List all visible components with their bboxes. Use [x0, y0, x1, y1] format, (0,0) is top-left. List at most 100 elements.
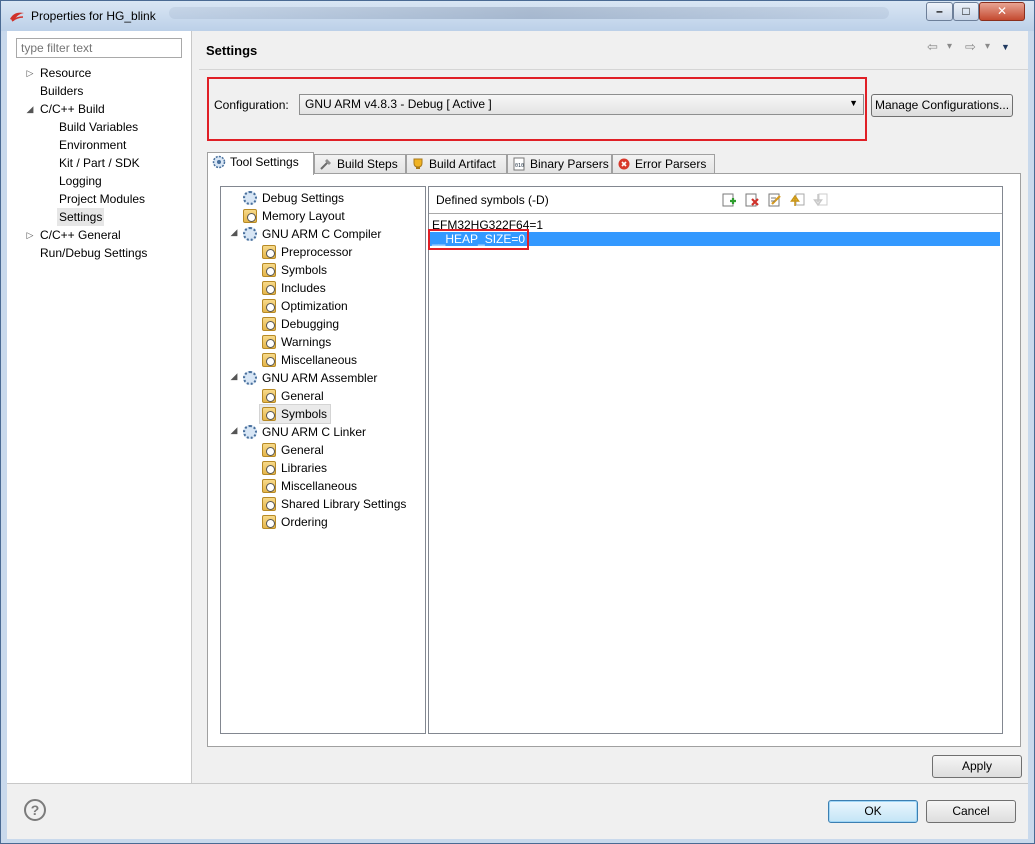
tree-item-libraries[interactable]: Libraries [262, 459, 327, 477]
nav-item-cpp-general[interactable]: C/C++ General [40, 226, 121, 244]
back-arrow-icon[interactable]: ⇦ [927, 39, 938, 55]
tree-item-label: Debug Settings [262, 191, 345, 205]
tab-build-artifact[interactable]: Build Artifact [406, 154, 507, 174]
expand-icon[interactable]: ▷ [25, 64, 35, 82]
tab-binary-parsers[interactable]: 010 Binary Parsers [507, 154, 612, 174]
nav-item-project-modules[interactable]: Project Modules [59, 190, 145, 208]
compiler-icon [243, 227, 257, 241]
collapse-icon[interactable]: ◢ [25, 100, 35, 118]
history-navigation: ⇦ ▾ ⇨ ▾ ▼ [927, 39, 1019, 57]
folder-settings-icon [262, 263, 276, 277]
maximize-button[interactable]: □ [953, 2, 979, 21]
tree-item-memory-layout[interactable]: Memory Layout [243, 207, 345, 225]
tree-item-label: Shared Library Settings [281, 497, 407, 511]
tree-item-assembler-symbols[interactable]: Symbols [258, 404, 332, 424]
tree-item-label: Symbols [281, 407, 328, 421]
tab-label: Build Artifact [429, 157, 496, 171]
tab-label: Binary Parsers [530, 157, 609, 171]
add-icon[interactable] [721, 192, 737, 208]
ok-button[interactable]: OK [828, 800, 918, 823]
nav-item-kit-part-sdk[interactable]: Kit / Part / SDK [59, 154, 140, 172]
dialog-client-area: ▷ Resource Builders ◢ C/C++ Build Build … [7, 31, 1028, 839]
nav-item-settings[interactable]: Settings [57, 208, 105, 226]
configuration-select[interactable]: GNU ARM v4.8.3 - Debug [ Active ] ▼ [299, 94, 864, 115]
help-icon[interactable]: ? [24, 799, 46, 821]
tree-item-linker[interactable]: GNU ARM C Linker [243, 423, 366, 441]
footer-divider [7, 783, 1028, 784]
tree-item-label: Warnings [281, 335, 332, 349]
tree-item-label: GNU ARM C Linker [262, 425, 367, 439]
tree-item-label: Preprocessor [281, 245, 353, 259]
error-parsers-icon [618, 158, 630, 170]
folder-settings-icon [262, 389, 276, 403]
tree-item-compiler-symbols[interactable]: Symbols [262, 261, 327, 279]
nav-item-build-variables[interactable]: Build Variables [59, 118, 138, 136]
folder-settings-icon [262, 335, 276, 349]
heap-size-highlight [428, 229, 529, 250]
build-steps-icon [320, 159, 331, 170]
header-divider [199, 69, 1028, 70]
navigation-pane: ▷ Resource Builders ◢ C/C++ Build Build … [7, 31, 192, 783]
tree-item-preprocessor[interactable]: Preprocessor [262, 243, 352, 261]
folder-settings-icon [262, 353, 276, 367]
tree-item-shared-library-settings[interactable]: Shared Library Settings [262, 495, 406, 513]
forward-arrow-icon[interactable]: ⇨ [965, 39, 976, 55]
close-button[interactable]: ✕ [979, 2, 1025, 21]
tab-error-parsers[interactable]: Error Parsers [612, 154, 715, 174]
nav-item-cpp-build[interactable]: C/C++ Build [40, 100, 105, 118]
tree-item-assembler[interactable]: GNU ARM Assembler [243, 369, 377, 387]
tab-tool-settings[interactable]: Tool Settings [207, 152, 314, 175]
tree-item-debugging[interactable]: Debugging [262, 315, 339, 333]
minimize-button[interactable]: – [926, 2, 953, 21]
close-icon: ✕ [996, 4, 1008, 18]
tree-item-includes[interactable]: Includes [262, 279, 326, 297]
tab-label: Build Steps [337, 157, 398, 171]
filter-input[interactable] [16, 38, 182, 58]
cancel-button[interactable]: Cancel [926, 800, 1016, 823]
nav-item-builders[interactable]: Builders [40, 82, 83, 100]
symbols-header: Defined symbols (-D) [429, 187, 1002, 214]
move-down-icon[interactable] [813, 192, 829, 208]
folder-settings-icon [262, 281, 276, 295]
view-menu-icon[interactable]: ▼ [1001, 42, 1010, 52]
defined-symbols-list: Defined symbols (-D) EFM32HG322F64=1 __H… [428, 186, 1003, 734]
tool-settings-icon [212, 155, 226, 169]
tree-item-label: Symbols [281, 263, 328, 277]
tree-item-warnings[interactable]: Warnings [262, 333, 331, 351]
tree-item-label: Includes [281, 281, 326, 295]
nav-item-environment[interactable]: Environment [59, 136, 126, 154]
delete-icon[interactable] [744, 192, 760, 208]
tab-build-steps[interactable]: Build Steps [314, 154, 406, 174]
move-up-icon[interactable] [790, 192, 806, 208]
tree-item-linker-general[interactable]: General [262, 441, 324, 459]
tree-item-optimization[interactable]: Optimization [262, 297, 348, 315]
symbols-header-label: Defined symbols (-D) [436, 193, 549, 207]
folder-settings-icon [262, 443, 276, 457]
expand-icon[interactable]: ▷ [25, 226, 35, 244]
tree-item-debug-settings[interactable]: Debug Settings [243, 189, 344, 207]
tree-item-ordering[interactable]: Ordering [262, 513, 328, 531]
forward-menu-icon[interactable]: ▾ [985, 41, 990, 52]
debug-settings-icon [243, 191, 257, 205]
nav-item-resource[interactable]: Resource [40, 64, 91, 82]
tree-item-label: Memory Layout [262, 209, 345, 223]
title-bar[interactable]: Properties for HG_blink – □ ✕ [1, 1, 1034, 31]
tree-item-c-compiler[interactable]: GNU ARM C Compiler [243, 225, 381, 243]
svg-text:010: 010 [515, 163, 524, 169]
nav-item-run-debug-settings[interactable]: Run/Debug Settings [40, 244, 147, 262]
tree-item-assembler-general[interactable]: General [262, 387, 324, 405]
folder-settings-icon [262, 461, 276, 475]
tree-item-compiler-miscellaneous[interactable]: Miscellaneous [262, 351, 357, 369]
manage-configurations-button[interactable]: Manage Configurations... [871, 94, 1013, 117]
nav-item-logging[interactable]: Logging [59, 172, 102, 190]
back-menu-icon[interactable]: ▾ [947, 41, 952, 52]
tree-item-label: Miscellaneous [281, 353, 358, 367]
tab-label: Tool Settings [230, 155, 299, 169]
collapse-icon[interactable]: ◢ [229, 371, 239, 382]
binary-parsers-icon: 010 [513, 157, 525, 171]
collapse-icon[interactable]: ◢ [229, 227, 239, 238]
tree-item-linker-miscellaneous[interactable]: Miscellaneous [262, 477, 357, 495]
apply-button[interactable]: Apply [932, 755, 1022, 778]
collapse-icon[interactable]: ◢ [229, 425, 239, 436]
edit-icon[interactable] [767, 192, 783, 208]
